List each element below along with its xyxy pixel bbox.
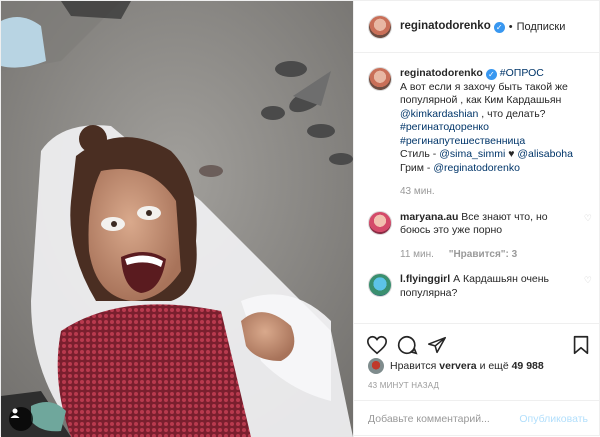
comment-item: maryana.au Все знают что, но боюсь это у… — [368, 210, 592, 262]
comment-like-icon[interactable]: ♡ — [578, 211, 592, 262]
commenter-avatar[interactable] — [368, 210, 392, 235]
comment-text: maryana.au Все знают что, но боюсь это у… — [400, 211, 578, 262]
header-separator: • — [508, 20, 513, 33]
likes-count[interactable]: 49 988 — [512, 360, 544, 372]
comment-item: l.flyinggirl А Кардашьян очень популярна… — [368, 273, 592, 300]
author-avatar[interactable] — [368, 14, 392, 39]
author-username[interactable]: reginatodorenko ✓ — [400, 20, 505, 33]
commenter-avatar[interactable] — [368, 273, 392, 297]
mention-reginatodorenko[interactable]: @reginatodorenko — [433, 162, 520, 174]
caption-line2: , что делать? — [481, 107, 546, 120]
instagram-post: reginatodorenko ✓ • Подписки reginatodore… — [0, 0, 600, 437]
verified-badge-icon: ✓ — [493, 22, 505, 33]
author-username-text[interactable]: reginatodorenko — [400, 20, 491, 32]
bookmark-icon[interactable] — [570, 334, 592, 356]
post-timestamp[interactable]: 43 МИНУТ НАЗАД — [368, 381, 439, 390]
mention-alisaboha[interactable]: @alisaboha — [517, 148, 573, 160]
caption-username[interactable]: reginatodorenko — [400, 67, 483, 79]
hashtag-opros[interactable]: #ОПРОС — [500, 67, 544, 79]
comment-time[interactable]: 11 мин. — [400, 249, 434, 260]
makeup-label: Грим - — [400, 161, 431, 174]
post-photo[interactable] — [1, 1, 353, 437]
liker-username[interactable]: ververa — [439, 360, 476, 372]
commenter-username[interactable]: maryana.au — [400, 211, 458, 223]
caption-time[interactable]: 43 мин. — [400, 185, 592, 199]
comment-meta: 11 мин. "Нравится": 3 — [400, 248, 578, 262]
comment-likes[interactable]: "Нравится": 3 — [449, 249, 518, 260]
post-sidebar: reginatodorenko ✓ • Подписки reginatodore… — [353, 1, 600, 437]
verified-badge-icon: ✓ — [485, 69, 497, 80]
add-comment-bar: Добавьте комментарий... Опубликовать — [354, 400, 600, 437]
comment-text: l.flyinggirl А Кардашьян очень популярна… — [400, 273, 578, 300]
likes-summary: Нравится ververa и ещё 49 988 — [368, 358, 544, 374]
comments-section: reginatodorenko ✓ #ОПРОС А вот если я зах… — [354, 53, 600, 323]
caption: reginatodorenko ✓ #ОПРОС А вот если я зах… — [368, 67, 592, 199]
caption-avatar[interactable] — [368, 67, 392, 91]
style-label: Стиль - — [400, 148, 437, 160]
mention-sima-simmi[interactable]: @sima_simmi — [439, 148, 505, 160]
likes-prefix: Нравится — [390, 360, 437, 372]
bookmark-icon-svg — [573, 335, 589, 355]
user-tag-icon[interactable] — [9, 407, 33, 431]
likes-suffix: и ещё — [479, 360, 509, 372]
comment-input[interactable]: Добавьте комментарий... — [368, 413, 490, 425]
liker-avatar[interactable] — [368, 358, 384, 374]
caption-text: reginatodorenko ✓ #ОПРОС А вот если я зах… — [400, 67, 592, 199]
commenter-username[interactable]: l.flyinggirl — [400, 273, 450, 285]
following-button[interactable]: Подписки — [517, 21, 566, 33]
person-icon — [10, 408, 20, 418]
heart-icon-svg — [367, 335, 387, 355]
photo-illustration — [1, 1, 353, 437]
share-icon-svg — [427, 336, 447, 354]
comment-icon[interactable] — [396, 334, 418, 356]
caption-line1: А вот если я захочу быть такой же популя… — [400, 80, 568, 107]
heart-icon[interactable] — [366, 334, 388, 356]
share-icon[interactable] — [426, 334, 448, 356]
mention-kimkardashian[interactable]: @kimkardashian — [400, 108, 478, 120]
heart-emoji: ♥ — [508, 148, 515, 160]
publish-button[interactable]: Опубликовать — [519, 413, 588, 425]
post-header: reginatodorenko ✓ • Подписки — [354, 1, 600, 53]
comment-like-icon[interactable]: ♡ — [578, 273, 592, 300]
hashtag-reginaputeshestvennitsa[interactable]: #регинапутешественница — [400, 135, 525, 147]
hashtag-reginatodorenko[interactable]: #регинатодоренко — [400, 121, 489, 133]
comment-icon-svg — [397, 335, 418, 355]
